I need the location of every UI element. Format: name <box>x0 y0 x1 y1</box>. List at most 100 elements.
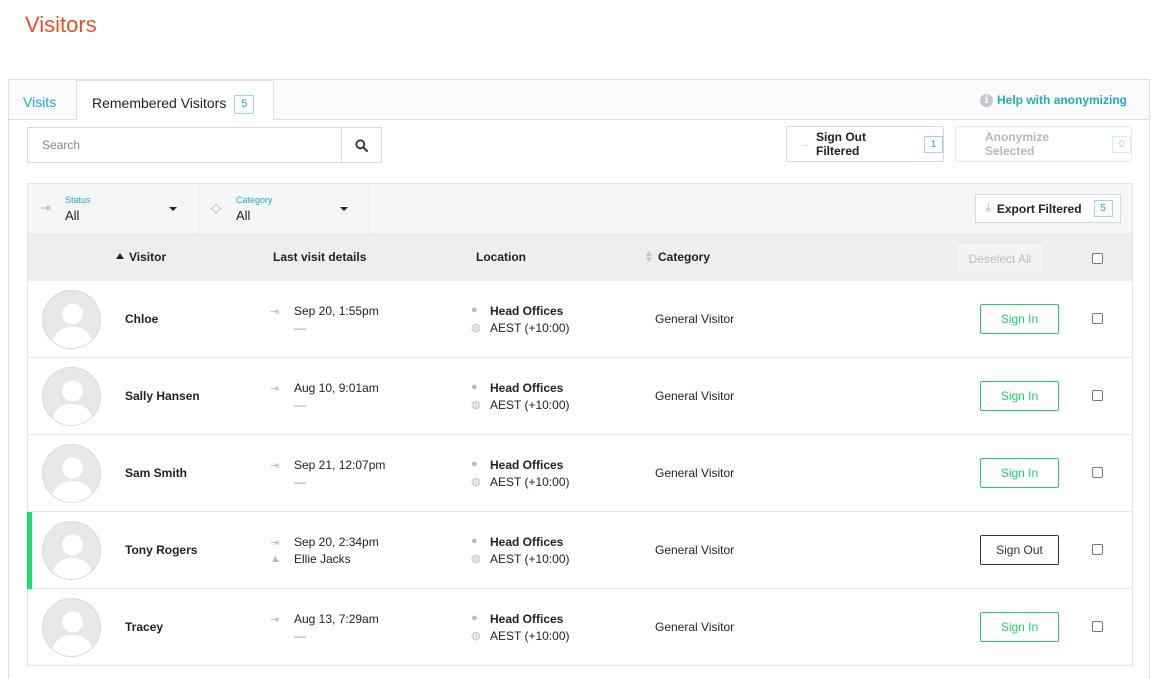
export-filtered-button[interactable]: ⤓ Export Filtered 5 <box>975 194 1121 223</box>
table-row: Tony Rogers ⇥ Sep 20, 2:34pm ▲ Ellie Jac… <box>27 512 1133 589</box>
map-pin-icon: ● <box>471 304 478 316</box>
category-filter-label: Category <box>236 195 273 205</box>
visitor-name: Sally Hansen <box>125 389 200 403</box>
location-column-header: Location <box>476 250 526 264</box>
filter-bar: ⇥ Status All ◇ Category All ⤓ Export Fil… <box>27 183 1133 235</box>
map-pin-icon: ● <box>471 381 478 393</box>
row-checkbox[interactable] <box>1092 313 1103 324</box>
visitor-name: Tony Rogers <box>125 543 198 557</box>
visitor-category: General Visitor <box>655 312 735 326</box>
sign-in-icon: ⇥ <box>270 460 280 472</box>
row-checkbox[interactable] <box>1092 390 1103 401</box>
last-visit-column-header: Last visit details <box>273 250 367 264</box>
avatar <box>42 367 101 426</box>
sign-in-button[interactable]: Sign In <box>980 381 1059 411</box>
location-name: Head Offices <box>490 381 564 395</box>
globe-icon: ◍ <box>471 553 481 565</box>
map-pin-icon: ● <box>471 535 478 547</box>
location-name: Head Offices <box>490 304 564 318</box>
visitor-rows: Chloe ⇥ Sep 20, 1:55pm — ● Head Offices … <box>27 281 1133 666</box>
category-filter-value: All <box>236 208 251 223</box>
sign-out-button[interactable]: Sign Out <box>980 535 1059 565</box>
visitor-name: Sam Smith <box>125 466 188 480</box>
page-title: Visitors <box>25 12 97 37</box>
user-placeholder-icon <box>51 303 94 348</box>
export-filtered-count: 5 <box>1093 200 1113 217</box>
anonymize-selected-label: Anonymize Selected <box>985 130 1050 158</box>
select-all-checkbox[interactable] <box>1092 253 1103 264</box>
sign-out-filtered-count: 1 <box>924 135 943 153</box>
location-timezone: AEST (+10:00) <box>490 475 570 489</box>
status-filter-label: Status <box>65 195 91 205</box>
table-header: Visitor Last visit details Location Cate… <box>27 235 1133 281</box>
visitor-name: Tracey <box>125 620 164 634</box>
status-filter-dropdown[interactable]: ⇥ Status All <box>28 184 199 234</box>
sign-in-icon: ⇥ <box>270 537 280 549</box>
row-checkbox[interactable] <box>1092 544 1103 555</box>
help-anonymizing-link[interactable]: i Help with anonymizing <box>979 93 1127 107</box>
visit-detail: — <box>294 629 306 643</box>
globe-icon: ◍ <box>471 476 481 488</box>
visit-time: Aug 10, 9:01am <box>294 381 379 395</box>
visitor-column-header[interactable]: Visitor <box>116 235 166 281</box>
visit-detail: — <box>294 475 306 489</box>
search-icon <box>355 138 368 152</box>
sign-in-button[interactable]: Sign In <box>980 304 1059 334</box>
sign-in-button[interactable]: Sign In <box>980 612 1059 642</box>
table-row: Tracey ⇥ Aug 13, 7:29am — ● Head Offices… <box>27 589 1133 666</box>
search-input[interactable] <box>27 127 341 163</box>
location-timezone: AEST (+10:00) <box>490 398 570 412</box>
tab-remembered-visitors[interactable]: Remembered Visitors 5 <box>76 80 274 121</box>
host-name: Ellie Jacks <box>294 552 351 566</box>
map-pin-icon: ● <box>471 458 478 470</box>
category-column-header[interactable]: Category <box>646 235 710 281</box>
globe-icon: ◍ <box>471 322 481 334</box>
row-checkbox[interactable] <box>1092 621 1103 632</box>
visitor-category: General Visitor <box>655 389 735 403</box>
info-icon: i <box>979 93 993 107</box>
visit-time: Sep 20, 1:55pm <box>294 304 379 318</box>
location-name: Head Offices <box>490 612 564 626</box>
visitor-category: General Visitor <box>655 543 735 557</box>
visitor-category: General Visitor <box>655 620 735 634</box>
remembered-count-badge: 5 <box>234 94 255 114</box>
globe-icon: ◍ <box>471 630 481 642</box>
status-filter-value: All <box>65 208 80 223</box>
sign-in-icon: ⇥ <box>270 306 280 318</box>
download-icon: ⤓ <box>986 202 991 214</box>
caret-down-icon <box>169 207 177 211</box>
avatar <box>42 290 101 349</box>
sort-ascending-icon <box>116 253 124 259</box>
sign-in-icon: ⇥ <box>270 614 280 626</box>
tab-visits[interactable]: Visits <box>23 80 56 120</box>
visitor-name: Chloe <box>125 312 159 326</box>
user-placeholder-icon <box>51 457 94 502</box>
visitors-panel: Visits Remembered Visitors 5 i Help with … <box>8 79 1150 679</box>
deselect-all-button[interactable]: Deselect All <box>956 243 1044 273</box>
visit-time: Sep 21, 12:07pm <box>294 458 386 472</box>
sign-out-filtered-button[interactable]: → Sign Out Filtered 1 <box>786 126 944 162</box>
search-button[interactable] <box>341 127 382 163</box>
help-anonymizing-label: Help with anonymizing <box>996 93 1127 107</box>
visit-detail: — <box>294 321 306 335</box>
location-timezone: AEST (+10:00) <box>490 321 570 335</box>
table-row: Sally Hansen ⇥ Aug 10, 9:01am — ● Head O… <box>27 358 1133 435</box>
anonymize-selected-button[interactable]: Anonymize Selected 0 <box>955 126 1132 162</box>
avatar <box>42 521 101 580</box>
sign-in-button[interactable]: Sign In <box>980 458 1059 488</box>
export-filtered-label: Export Filtered <box>996 201 1082 216</box>
user-placeholder-icon <box>51 534 94 579</box>
visit-detail: — <box>294 398 306 412</box>
anonymize-selected-count: 0 <box>1112 135 1131 153</box>
visitor-header-label: Visitor <box>129 250 167 264</box>
category-filter-dropdown[interactable]: ◇ Category All <box>199 184 370 234</box>
visitor-category: General Visitor <box>655 466 735 480</box>
sign-in-icon: ⇥ <box>270 383 280 395</box>
location-timezone: AEST (+10:00) <box>490 552 570 566</box>
table-row: Chloe ⇥ Sep 20, 1:55pm — ● Head Offices … <box>27 281 1133 358</box>
row-checkbox[interactable] <box>1092 467 1103 478</box>
visit-time: Sep 20, 2:34pm <box>294 535 379 549</box>
caret-down-icon <box>340 207 348 211</box>
avatar <box>42 444 101 503</box>
tab-remembered-label: Remembered Visitors <box>92 95 227 111</box>
